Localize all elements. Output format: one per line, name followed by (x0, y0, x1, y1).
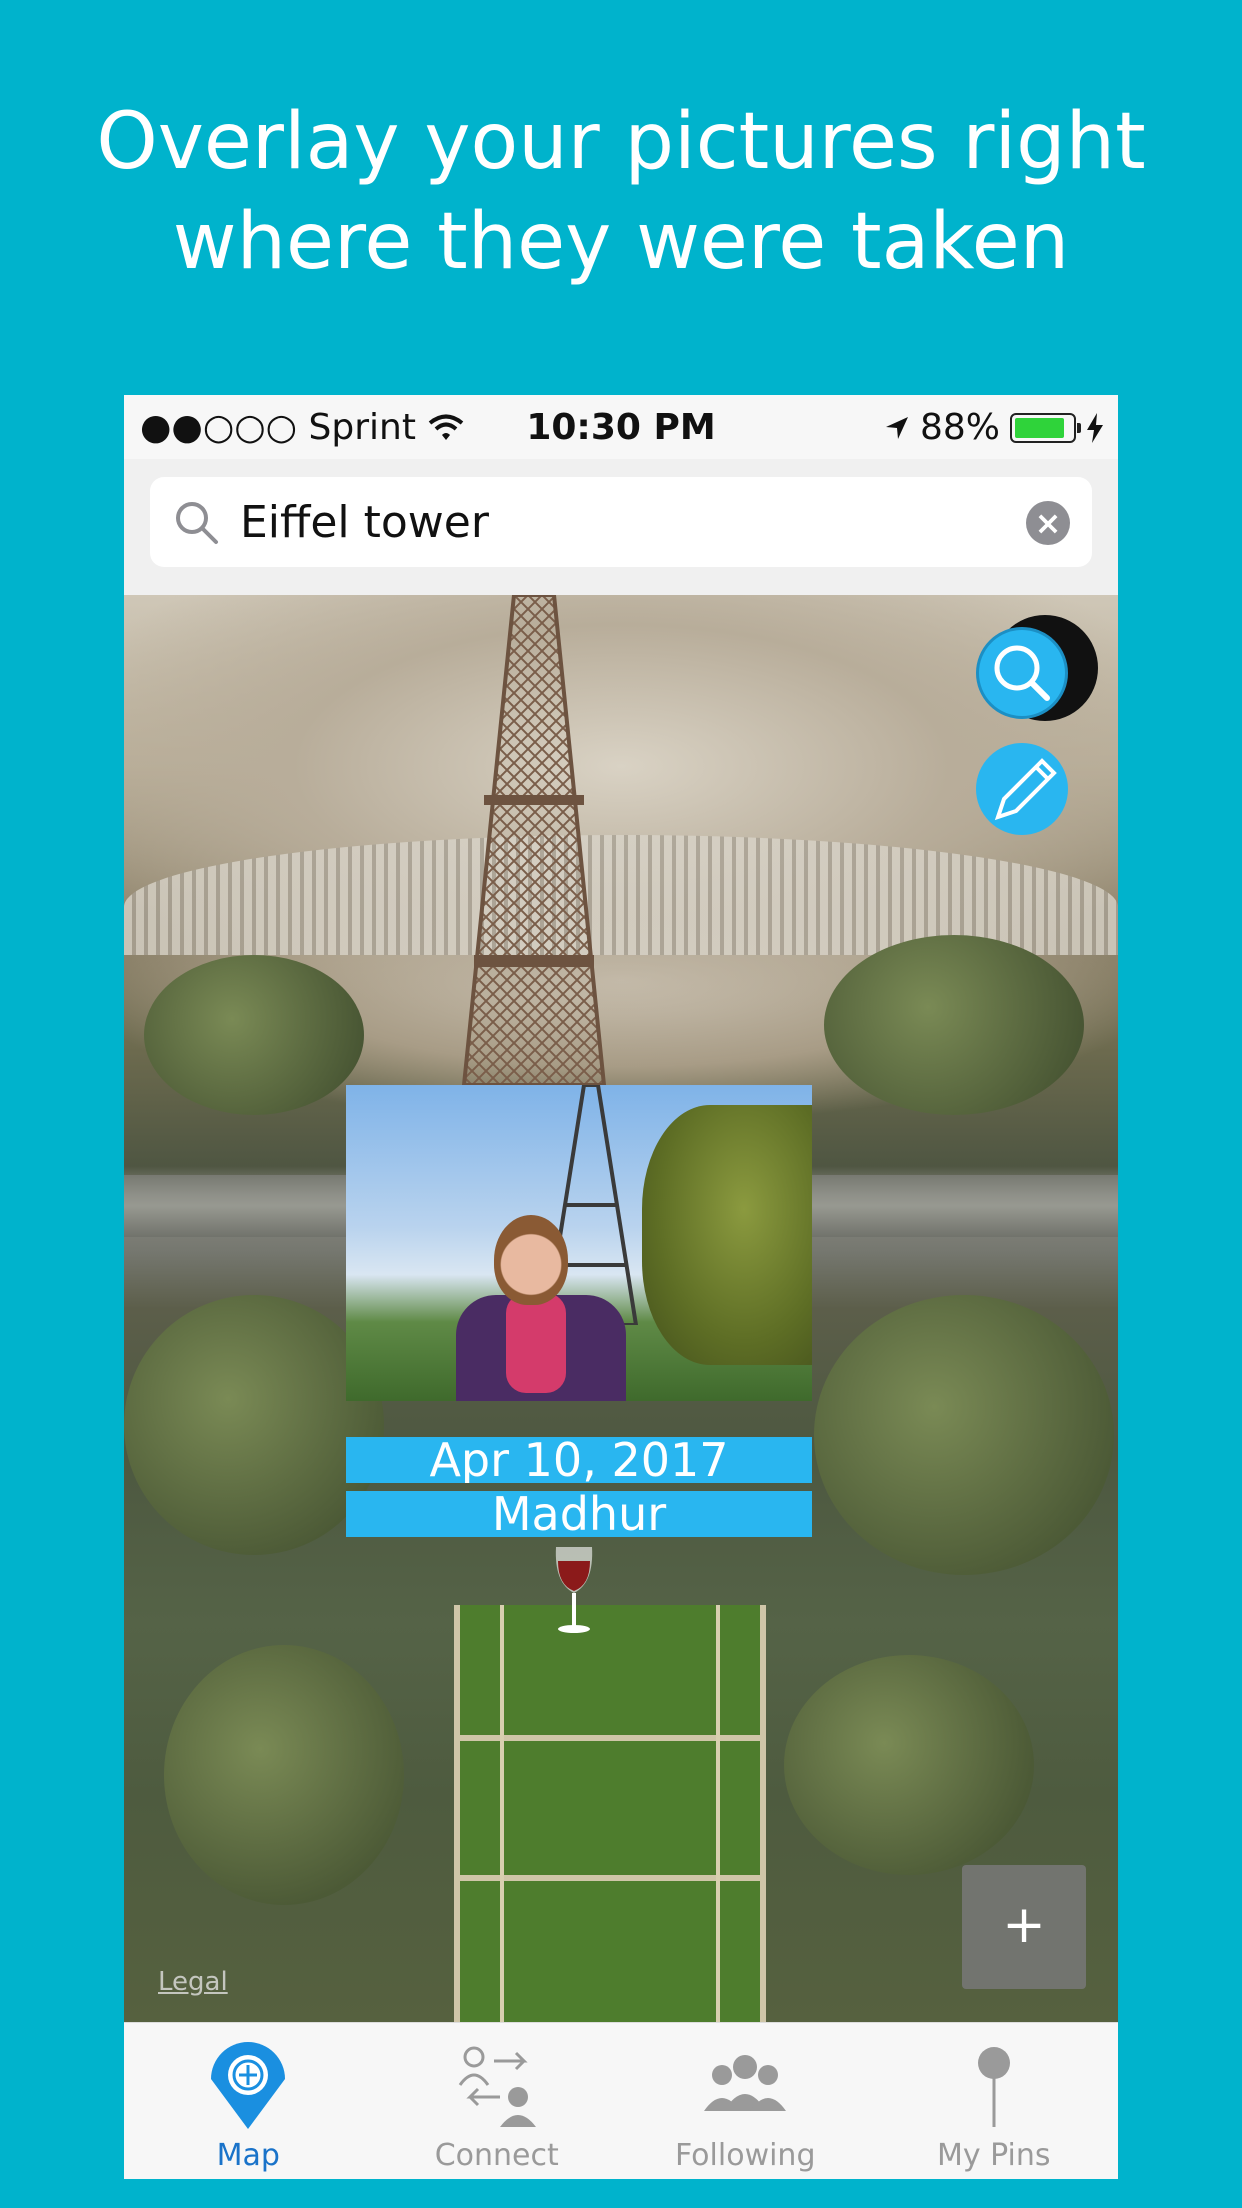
tab-bar: Map Connect Following My Pins (124, 2022, 1118, 2179)
connect-icon (458, 2046, 536, 2127)
tab-label: Connect (434, 2138, 559, 2173)
search-icon (176, 502, 218, 544)
headline-line-1: Overlay your pictures right (96, 97, 1146, 187)
tree-cluster (144, 955, 364, 1115)
map-pin-icon (211, 2042, 286, 2129)
photo-scarf (506, 1293, 566, 1393)
battery-icon (1010, 412, 1081, 443)
search-bar: × (124, 459, 1118, 595)
status-right: 88% (884, 407, 1104, 448)
map-search-button[interactable] (976, 627, 1068, 719)
following-icon (704, 2055, 787, 2111)
tab-label: Following (675, 2138, 816, 2173)
tree-cluster (814, 1295, 1114, 1575)
map-view[interactable]: Apr 10, 2017 Madhur Legal + (124, 595, 1118, 2023)
magnifier-icon (994, 645, 1050, 701)
search-box[interactable]: × (150, 477, 1092, 567)
tab-label: My Pins (936, 2138, 1051, 2173)
add-pin-button[interactable]: + (962, 1865, 1086, 1989)
champ-de-mars (454, 1605, 766, 2023)
headline: Overlay your pictures right where they w… (0, 92, 1242, 292)
legal-link[interactable]: Legal (158, 1967, 228, 1997)
tree-cluster (124, 1295, 384, 1555)
map-edit-button[interactable] (976, 743, 1068, 835)
search-input[interactable] (238, 495, 1002, 549)
photo-trees (642, 1105, 812, 1365)
pencil-icon (994, 758, 1057, 821)
pin-icon (977, 2047, 1010, 2127)
photo-date-label: Apr 10, 2017 (346, 1437, 812, 1483)
tab-label: Map (216, 2138, 280, 2173)
location-arrow-icon (885, 416, 908, 439)
tree-cluster (164, 1645, 404, 1905)
photo-person-head (494, 1215, 568, 1305)
phone-screen: ●●○○○ Sprint 10:30 PM 88% Eiffel tower ×… (124, 395, 1118, 2179)
eiffel-tower (461, 595, 607, 1085)
wine-glass-pin-icon[interactable] (550, 1543, 598, 1635)
tree-cluster (824, 935, 1084, 1115)
tab-map[interactable]: Map (124, 2023, 373, 2179)
battery-percent: 88% (919, 407, 1000, 448)
clear-search-button[interactable]: × (1026, 501, 1070, 545)
headline-line-2: where they were taken (172, 197, 1070, 287)
photo-author-label: Madhur (346, 1491, 812, 1537)
tab-my-pins[interactable]: My Pins (870, 2023, 1119, 2179)
tab-following[interactable]: Following (621, 2023, 870, 2179)
status-bar: ●●○○○ Sprint 10:30 PM 88% (124, 395, 1118, 459)
tree-cluster (784, 1655, 1034, 1875)
photo-overlay[interactable] (346, 1085, 812, 1401)
tab-connect[interactable]: Connect (373, 2023, 622, 2179)
charging-bolt-icon (1087, 412, 1103, 443)
